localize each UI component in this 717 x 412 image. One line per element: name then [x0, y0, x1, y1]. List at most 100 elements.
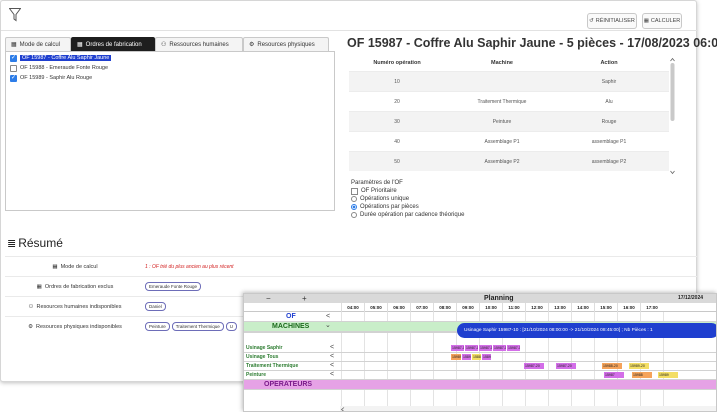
priority-option[interactable]: OF Prioritaire — [351, 187, 464, 195]
chevron-left-icon[interactable]: < — [330, 371, 334, 379]
operators-section-row[interactable]: OPERATEURS — [244, 380, 716, 390]
table-cell: Peinture — [492, 118, 512, 125]
calendar-icon: ▦ — [11, 42, 17, 48]
zoom-in-button[interactable]: + — [302, 294, 307, 303]
tab-ressources-humaines[interactable]: ⚇ Ressources humaines — [155, 37, 243, 51]
radio-button-selected[interactable] — [351, 204, 357, 210]
hour-label: 17:00 — [640, 303, 663, 312]
radio-button[interactable] — [351, 212, 357, 218]
task-bar[interactable]: 1588 — [472, 354, 481, 360]
hour-label: 12:00 — [525, 303, 548, 312]
task-bar[interactable]: 15987-20 — [556, 363, 576, 369]
checkbox-checked[interactable]: ✓ — [10, 74, 17, 82]
resume-heading: ≣ Résumé — [7, 236, 63, 250]
table-row[interactable]: 50 Assemblage P2 assemblage P2 — [349, 151, 669, 171]
radio-button[interactable] — [351, 196, 357, 202]
operations-table: Numéro opération Machine Action 10 Saphir… — [349, 55, 669, 175]
tab-mode-calcul[interactable]: ▦ Mode de calcul — [5, 37, 71, 51]
task-bar[interactable]: 15987-12 — [479, 345, 492, 351]
task-bar[interactable]: 15987-11 — [465, 345, 478, 351]
task-bar[interactable]: 15989 — [658, 372, 678, 378]
task-bar[interactable]: 15988 — [632, 372, 652, 378]
reset-button[interactable]: ↺ RÉINITIALISER — [587, 13, 637, 29]
table-cell: Saphir — [601, 78, 617, 85]
chevron-left-icon[interactable]: < — [330, 344, 334, 352]
chevron-left-icon[interactable]: < — [330, 362, 334, 370]
task-bar[interactable]: 1589 — [482, 354, 491, 360]
task-bar[interactable]: 15989 — [451, 354, 461, 360]
tab-label: Ressources humaines — [169, 41, 229, 48]
resume-value: Peinture Traitement Thermique U — [145, 322, 238, 331]
table-header: Numéro opération Machine Action — [349, 55, 669, 71]
chevron-left-icon[interactable]: < — [326, 313, 330, 321]
chip[interactable]: Peinture — [145, 322, 170, 331]
tab-bar: ▦ Mode de calcul ▦ Ordres de fabrication ⚇… — [5, 37, 329, 51]
chip[interactable]: Emeraude Fonte Rouge — [145, 282, 202, 291]
calendar-icon: ▦ — [643, 18, 649, 24]
chip[interactable]: U — [225, 322, 238, 331]
task-tooltip: Usinage Saphir 15987-10 : [21/10/2024 08… — [457, 323, 716, 338]
filter-icon[interactable] — [9, 8, 21, 22]
column-header: Action — [600, 60, 618, 66]
hour-label: 14:00 — [571, 303, 594, 312]
resume-label-text: Resources humaines indisponibles — [36, 303, 122, 310]
table-cell: 10 — [394, 78, 400, 85]
of-list-item[interactable]: ✓ OF 15989 - Saphir Alu Rouge — [10, 74, 334, 82]
of-item-label: OF 15987 - Coffre Alu Saphir Jaune — [20, 55, 112, 61]
horizontal-scrollbar[interactable] — [340, 406, 717, 412]
chevron-down-icon[interactable]: ⌄ — [325, 322, 331, 330]
top-toolbar: ↺ RÉINITIALISER ▦ CALCULER — [1, 1, 698, 31]
of-parameters: Paramètres de l'OF OF Prioritaire Opérat… — [351, 179, 464, 219]
of-list-item[interactable]: ✓ OF 15987 - Coffre Alu Saphir Jaune — [10, 54, 334, 62]
hour-label: 09:00 — [456, 303, 479, 312]
task-bar[interactable]: 15987-13 — [493, 345, 506, 351]
zoom-out-button[interactable]: − — [266, 294, 271, 303]
gear-icon: ⚙ — [28, 323, 33, 330]
table-row[interactable]: 40 Assemblage P1 assemblage P1 — [349, 131, 669, 151]
task-bar[interactable]: 15987-10 — [451, 345, 464, 351]
people-icon: ⚇ — [161, 42, 167, 48]
calculate-button[interactable]: ▦ CALCULER — [642, 13, 682, 29]
task-bar[interactable]: 15987 — [604, 372, 624, 378]
table-row[interactable]: 10 Saphir — [349, 71, 669, 91]
checkbox-checked[interactable]: ✓ — [10, 54, 17, 62]
tab-label: Ordres de fabrication — [85, 41, 142, 48]
task-bar[interactable]: 15988-20 — [602, 363, 622, 369]
tab-label: Resources physiques — [257, 41, 315, 48]
of-section-row[interactable]: OF < — [244, 312, 716, 322]
table-scrollbar[interactable] — [669, 57, 676, 175]
calendar-icon: ▦ — [36, 283, 42, 290]
reset-icon: ↺ — [589, 18, 594, 24]
task-bar[interactable]: 15987-14 — [507, 345, 520, 351]
of-list-panel: ✓ OF 15987 - Coffre Alu Saphir Jaune OF 1… — [5, 51, 335, 211]
calendar-icon: ▦ — [77, 42, 83, 48]
radio-option[interactable]: Opérations par pièces — [351, 203, 464, 211]
table-row[interactable]: 20 Traitement Thermique Alu — [349, 91, 669, 111]
checkbox-unchecked[interactable] — [10, 64, 17, 72]
people-icon: ⚇ — [28, 303, 34, 310]
task-bar[interactable]: 15989-20 — [629, 363, 649, 369]
hour-label: 06:00 — [387, 303, 410, 312]
resume-value: Emeraude Fonte Rouge — [145, 282, 202, 291]
resume-label-text: Resources physiques indisponibles — [36, 323, 122, 330]
radio-option[interactable]: Opérations unique — [351, 195, 464, 203]
planning-title: Planning — [484, 295, 514, 302]
task-bar[interactable]: 1589 — [462, 354, 471, 360]
checkbox-unchecked[interactable] — [351, 187, 358, 195]
gear-icon: ⚙ — [249, 42, 255, 48]
priority-label: OF Prioritaire — [361, 188, 397, 194]
chip[interactable]: Traitement Thermique — [171, 322, 224, 331]
of-list-item[interactable]: OF 15988 - Emeraude Fonte Rouge — [10, 64, 334, 72]
operators-section-label: OPERATEURS — [264, 381, 313, 388]
planning-panel: − + Planning 17/12/2024 04:00 05:00 06:0… — [243, 293, 717, 412]
tab-resources-physiques[interactable]: ⚙ Resources physiques — [243, 37, 329, 51]
planning-header: − + Planning 17/12/2024 — [244, 294, 716, 303]
radio-option[interactable]: Durée opération par cadence théorique — [351, 211, 464, 219]
chevron-left-icon[interactable]: < — [330, 353, 334, 361]
tab-ordres-fabrication[interactable]: ▦ Ordres de fabrication — [71, 37, 155, 51]
chip[interactable]: Daniel — [145, 302, 166, 311]
task-bar[interactable]: 15987-20 — [524, 363, 544, 369]
calendar-icon: ▦ — [52, 263, 58, 270]
machine-label: Traitement Thermique — [246, 363, 299, 369]
table-row[interactable]: 30 Peinture Rouge — [349, 111, 669, 131]
